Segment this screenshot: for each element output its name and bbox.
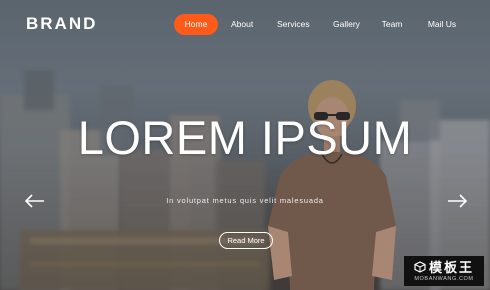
nav-item-about[interactable]: About (231, 14, 253, 35)
nav-item-mail-us[interactable]: Mail Us (427, 14, 457, 35)
hero-subtitle: In volutpat metus quis velit malesuada (166, 196, 324, 205)
arrow-right-icon (448, 194, 468, 208)
nav-item-services[interactable]: Services (277, 14, 310, 35)
watermark-sub: MOBANWANG.COM (414, 275, 474, 282)
carousel-prev-button[interactable] (24, 193, 46, 209)
arrow-left-icon (24, 194, 44, 208)
carousel-next-button[interactable] (446, 193, 468, 209)
nav-item-home[interactable]: Home (174, 14, 218, 35)
nav-item-team[interactable]: Team (381, 14, 403, 35)
watermark-main: 模板王 (414, 260, 474, 275)
watermark-logo: 模板王 MOBANWANG.COM (404, 256, 484, 286)
cube-icon (414, 261, 426, 273)
watermark-main-text: 模板王 (428, 259, 474, 275)
nav-menu: Home About Services Gallery Team Mail Us (174, 14, 457, 35)
top-navbar: BRAND Home About Services Gallery Team M… (0, 0, 490, 50)
brand-logo[interactable]: BRAND (26, 14, 97, 34)
read-more-button[interactable]: Read More (219, 232, 273, 249)
hero-title: LOREM IPSUM (77, 111, 413, 164)
nav-item-gallery[interactable]: Gallery (333, 14, 360, 35)
